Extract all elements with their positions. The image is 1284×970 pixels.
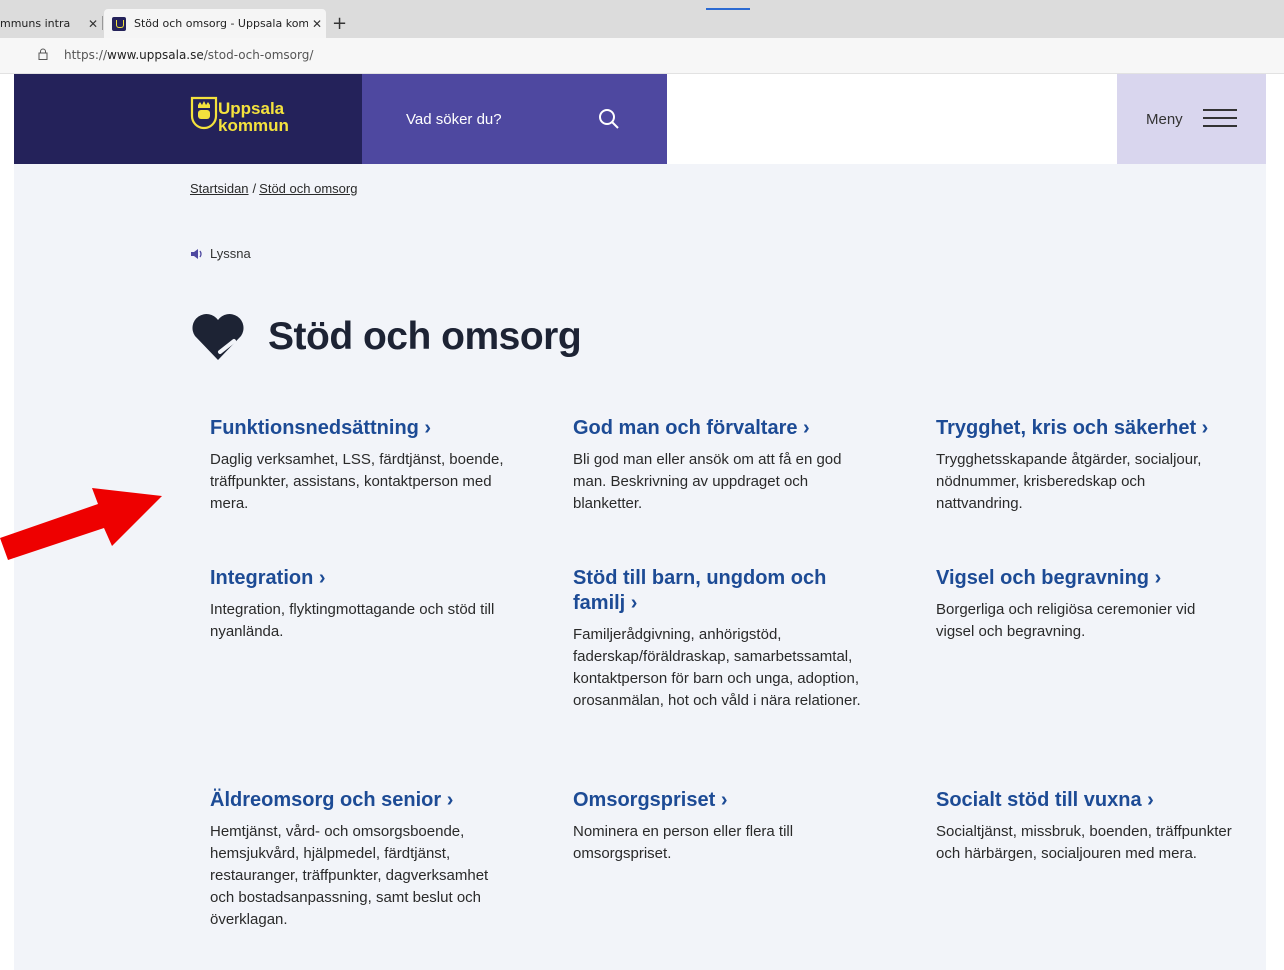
category-link[interactable]: Trygghet, kris och säkerhet › (936, 416, 1236, 441)
tab-divider (102, 16, 103, 30)
logo-line-1: Uppsala (218, 99, 285, 118)
category-description: Bli god man eller ansök om att få en god… (573, 451, 842, 512)
site-header: Uppsala kommun Vad söker du? Meny (14, 74, 1266, 164)
search-placeholder: Vad söker du? (406, 111, 502, 128)
new-tab-icon[interactable]: + (332, 13, 347, 34)
search-bar[interactable]: Vad söker du? (362, 74, 667, 164)
category-description: Hemtjänst, vård- och omsorgsboende, hems… (210, 823, 489, 928)
heart-icon (192, 313, 244, 360)
tab-label: Stöd och omsorg - Uppsala kom (134, 17, 308, 30)
browser-tab-bar: mmuns intra ✕ Stöd och omsorg - Uppsala … (0, 0, 1284, 38)
category-card[interactable]: Socialt stöd till vuxna › Socialtjänst, … (936, 788, 1236, 865)
category-card[interactable]: Omsorgspriset › Nominera en person eller… (573, 788, 873, 865)
browser-tab-inactive[interactable]: mmuns intra ✕ (0, 9, 102, 38)
breadcrumb-separator: / (252, 181, 257, 196)
listen-label: Lyssna (210, 246, 251, 261)
category-description: Borgerliga och religiösa ceremonier vid … (936, 601, 1196, 640)
breadcrumb-home-link[interactable]: Startsidan (190, 181, 249, 196)
category-card[interactable]: Trygghet, kris och säkerhet › Trygghetss… (936, 416, 1236, 515)
category-card[interactable]: Äldreomsorg och senior › Hemtjänst, vård… (210, 788, 510, 931)
category-link[interactable]: Omsorgspriset › (573, 788, 873, 813)
category-link[interactable]: Socialt stöd till vuxna › (936, 788, 1236, 813)
category-description: Integration, flyktingmottagande och stöd… (210, 601, 495, 640)
category-link[interactable]: Vigsel och begravning › (936, 566, 1236, 591)
uppsala-favicon-icon (112, 16, 126, 31)
category-link[interactable]: Integration › (210, 566, 510, 591)
category-link[interactable]: God man och förvaltare › (573, 416, 873, 441)
url-prefix: https:// (64, 48, 108, 62)
category-card[interactable]: Integration › Integration, flyktingmotta… (210, 566, 510, 643)
uppsala-crest-icon (190, 96, 218, 130)
page-title: Stöd och omsorg (268, 315, 582, 358)
url-path: /stod-och-omsorg/ (203, 48, 314, 62)
main-content: Startsidan / Stöd och omsorg Lyssna Stöd o… (14, 164, 1266, 970)
category-link[interactable]: Stöd till barn, ungdom och familj › (573, 566, 873, 616)
tab-label: mmuns intra (0, 17, 71, 30)
url-text[interactable]: https://www.uppsala.se/stod-och-omsorg/ (64, 48, 313, 62)
category-description: Trygghetsskapande åtgärder, socialjour, … (936, 451, 1202, 512)
logo-text: Uppsala kommun (218, 100, 289, 134)
category-description: Socialtjänst, missbruk, boenden, träffpu… (936, 823, 1232, 862)
close-tab-icon[interactable]: ✕ (84, 17, 102, 31)
category-link[interactable]: Funktionsnedsättning › (210, 416, 510, 441)
category-card[interactable]: God man och förvaltare › Bli god man ell… (573, 416, 873, 515)
annotation-arrow-icon (0, 488, 162, 560)
search-icon[interactable] (598, 108, 620, 130)
close-tab-icon[interactable]: ✕ (308, 17, 326, 31)
browser-tab-active[interactable]: Stöd och omsorg - Uppsala kom ✕ (104, 9, 326, 38)
page-header: Stöd och omsorg (190, 312, 582, 362)
listen-button[interactable]: Lyssna (190, 246, 251, 261)
category-description: Familjerådgivning, anhörigstöd, faderska… (573, 626, 861, 709)
menu-button[interactable]: Meny (1117, 74, 1266, 164)
loading-indicator (706, 8, 750, 10)
category-card[interactable]: Vigsel och begravning › Borgerliga och r… (936, 566, 1236, 643)
category-description: Nominera en person eller flera till omso… (573, 823, 794, 862)
breadcrumb-current-link[interactable]: Stöd och omsorg (259, 181, 357, 196)
category-description: Daglig verksamhet, LSS, färdtjänst, boen… (210, 451, 504, 512)
speaker-icon (191, 248, 202, 259)
category-card[interactable]: Funktionsnedsättning › Daglig verksamhet… (210, 416, 510, 515)
logo-line-2: kommun (218, 116, 289, 135)
lock-icon (38, 48, 48, 60)
menu-label: Meny (1146, 111, 1183, 128)
hamburger-icon (1203, 109, 1237, 129)
category-card[interactable]: Stöd till barn, ungdom och familj › Fami… (573, 566, 873, 712)
breadcrumb: Startsidan / Stöd och omsorg (190, 181, 357, 196)
brand-area[interactable]: Uppsala kommun (14, 74, 362, 164)
url-domain: www.uppsala.se (107, 48, 204, 62)
header-spacer (667, 74, 1117, 164)
category-link[interactable]: Äldreomsorg och senior › (210, 788, 510, 813)
